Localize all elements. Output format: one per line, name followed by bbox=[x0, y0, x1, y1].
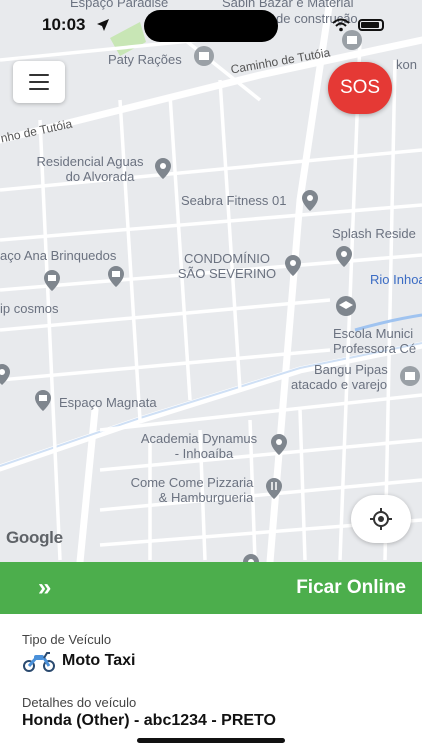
poi-label: Rio Inhoa bbox=[370, 272, 422, 287]
shop-pin-icon[interactable] bbox=[398, 364, 422, 388]
poi-label: Academia Dynamus bbox=[140, 431, 258, 446]
poi-label: CONDOMÍNIO bbox=[184, 251, 270, 266]
poi-label: Paty Rações bbox=[108, 52, 182, 67]
restaurant-pin-icon[interactable] bbox=[262, 476, 286, 500]
location-pin-icon[interactable] bbox=[298, 188, 322, 212]
location-arrow-icon bbox=[97, 19, 109, 31]
poi-label: Sabin Bazar e Material bbox=[222, 0, 354, 10]
store-pin-icon[interactable] bbox=[31, 388, 55, 412]
location-pin-icon[interactable] bbox=[0, 362, 14, 386]
hamburger-icon bbox=[29, 74, 49, 76]
location-pin-icon[interactable] bbox=[239, 552, 263, 562]
vehicle-details-panel: Tipo de Veículo Moto Taxi Detalhes do ve… bbox=[0, 614, 422, 750]
school-pin-icon[interactable] bbox=[334, 294, 358, 318]
poi-label: Come Come Pizzaria bbox=[130, 475, 254, 490]
hamburger-icon bbox=[29, 88, 49, 90]
motorcycle-icon bbox=[23, 652, 55, 672]
battery-icon bbox=[358, 19, 384, 31]
store-pin-icon[interactable] bbox=[40, 268, 64, 292]
dynamic-island bbox=[144, 10, 278, 42]
vehicle-type-row: Moto Taxi bbox=[22, 650, 135, 672]
shop-pin-icon[interactable] bbox=[192, 44, 216, 68]
crosshair-icon bbox=[370, 508, 392, 530]
status-time: 10:03 bbox=[42, 15, 86, 34]
go-online-label: Ficar Online bbox=[296, 577, 406, 598]
poi-label: & Hamburgueria bbox=[158, 490, 254, 505]
poi-label: kon bbox=[396, 57, 417, 72]
poi-label: Espaço Magnata bbox=[59, 395, 157, 410]
poi-label: Professora Cé bbox=[333, 341, 417, 356]
google-logo: Google bbox=[6, 528, 63, 547]
location-pin-icon[interactable] bbox=[151, 156, 175, 180]
poi-label: Residencial Aguas bbox=[36, 154, 144, 169]
store-pin-icon[interactable] bbox=[104, 264, 128, 288]
location-pin-icon[interactable] bbox=[332, 244, 356, 268]
poi-label: Splash Reside bbox=[332, 226, 416, 241]
location-pin-icon[interactable] bbox=[267, 432, 291, 456]
poi-label: Seabra Fitness 01 bbox=[181, 193, 287, 208]
location-pin-icon[interactable] bbox=[281, 253, 305, 277]
poi-label: aço Ana Brinquedos bbox=[0, 248, 117, 263]
vehicle-details-value: Honda (Other) - abc1234 - PRETO bbox=[22, 712, 276, 729]
poi-label: ip cosmos bbox=[0, 301, 59, 316]
poi-label: do Alvorada bbox=[65, 169, 135, 184]
vehicle-details-label: Detalhes do veículo bbox=[22, 695, 137, 710]
poi-label: Escola Munici bbox=[333, 326, 414, 341]
locate-me-button[interactable] bbox=[351, 495, 411, 543]
menu-button[interactable] bbox=[13, 61, 65, 103]
poi-label: - Inhoaíba bbox=[174, 446, 234, 461]
hamburger-icon bbox=[29, 81, 49, 83]
map-view[interactable]: Espaço Paradise Sabin Bazar e Material d… bbox=[0, 0, 422, 562]
poi-label: atacado e varejo bbox=[291, 377, 388, 392]
double-chevron-right-icon: » bbox=[38, 574, 52, 601]
wifi-icon bbox=[332, 18, 350, 32]
vehicle-type-value: Moto Taxi bbox=[62, 652, 136, 669]
poi-label: Bangu Pipas bbox=[314, 362, 388, 377]
sos-button[interactable]: SOS bbox=[328, 62, 392, 114]
home-indicator[interactable] bbox=[137, 738, 285, 743]
go-online-button[interactable]: » Ficar Online bbox=[0, 562, 422, 614]
vehicle-type-label: Tipo de Veículo bbox=[22, 632, 112, 647]
poi-label: Espaço Paradise bbox=[70, 0, 169, 10]
poi-label: SÃO SEVERINO bbox=[177, 266, 277, 281]
